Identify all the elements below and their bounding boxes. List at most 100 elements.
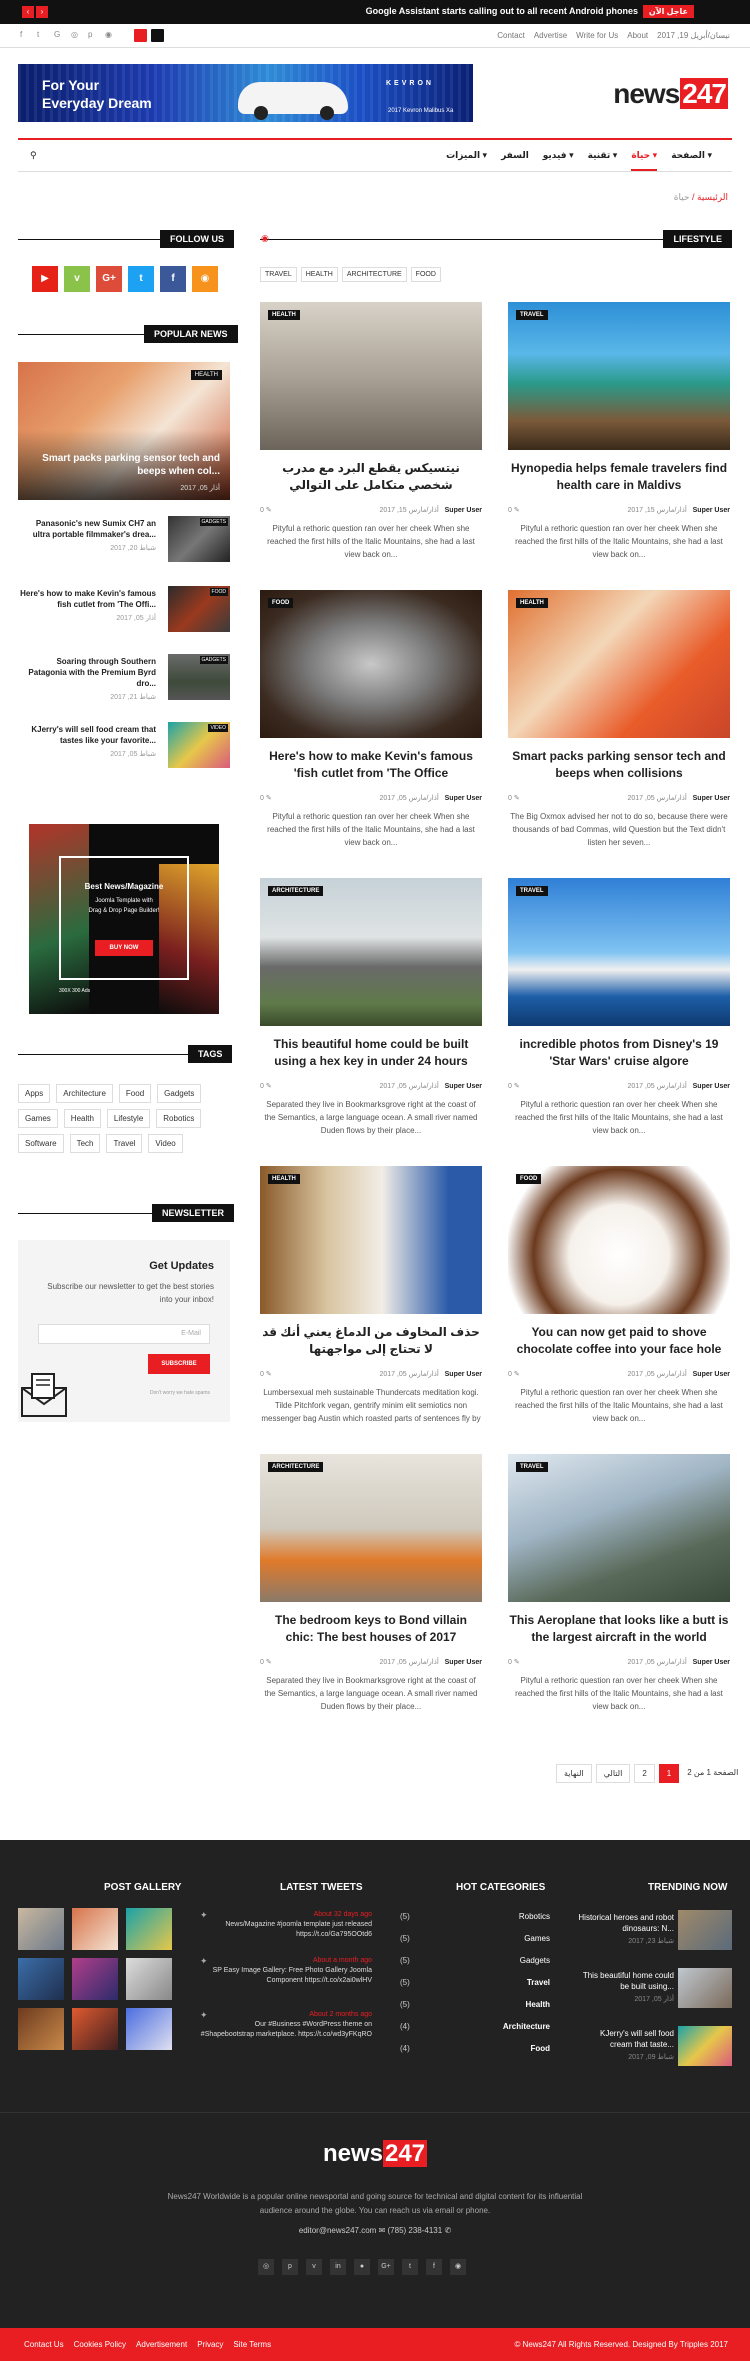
article-author[interactable]: Super User <box>693 1659 730 1666</box>
article-author[interactable]: Super User <box>445 507 482 514</box>
popular-item-title[interactable]: Panasonic's new Sumix CH7 an ultra porta… <box>33 519 156 539</box>
comment-count[interactable]: ✎ 0 <box>260 1082 272 1090</box>
gallery-thumb[interactable] <box>126 1958 172 2000</box>
article-author[interactable]: Super User <box>445 795 482 802</box>
article-image[interactable]: HEALTH <box>260 302 482 450</box>
article-category-badge[interactable]: ARCHITECTURE <box>268 1462 324 1472</box>
article-category-badge[interactable]: FOOD <box>516 1174 542 1184</box>
popular-item[interactable]: Panasonic's new Sumix CH7 an ultra porta… <box>18 516 230 566</box>
comment-count[interactable]: ✎ 0 <box>260 1658 272 1666</box>
tag-travel[interactable]: Travel <box>106 1134 143 1153</box>
trending-thumb[interactable] <box>678 1910 732 1950</box>
footer-email[interactable]: editor@news247.com <box>299 2226 377 2235</box>
article-title[interactable]: incredible photos from Disney's 19 'Star… <box>508 1036 730 1074</box>
article-image[interactable]: ARCHITECTURE <box>260 878 482 1026</box>
gallery-thumb[interactable] <box>72 2008 118 2050</box>
article-category-badge[interactable]: TRAVEL <box>516 886 548 896</box>
facebook-icon[interactable]: f <box>160 266 186 292</box>
category-row[interactable]: (5) Travel <box>400 1978 550 2000</box>
article-category-badge[interactable]: ARCHITECTURE <box>268 886 324 896</box>
article-author[interactable]: Super User <box>693 1371 730 1378</box>
rss-icon[interactable]: ◉ <box>105 30 113 40</box>
article-title[interactable]: Smart packs parking sensor tech and beep… <box>508 748 730 786</box>
comment-count[interactable]: ✎ 0 <box>508 506 520 514</box>
breadcrumb-home[interactable]: الرئيسية <box>697 192 728 202</box>
ad-buy-now-button[interactable]: BUY NOW <box>95 940 153 956</box>
article-author[interactable]: Super User <box>445 1083 482 1090</box>
article-title[interactable]: Here's how to make Kevin's famous 'fish … <box>260 748 482 786</box>
dribbble-icon[interactable]: ● <box>354 2259 370 2275</box>
newsletter-email-field[interactable]: E-Mail <box>38 1324 210 1344</box>
gallery-thumb[interactable] <box>18 1958 64 2000</box>
lock-icon[interactable] <box>151 29 164 42</box>
comment-count[interactable]: ✎ 0 <box>260 1370 272 1378</box>
article-title[interactable]: حذف المخاوف من الدماغ يعني أنك قد لا تحت… <box>260 1324 482 1362</box>
header-banner-ad[interactable]: For Your Everyday Dream KEVRON 2017 Kevr… <box>18 64 473 122</box>
article-category-badge[interactable]: TRAVEL <box>516 310 548 320</box>
nav-item-home[interactable]: الصفحة ▾ <box>671 150 712 171</box>
article-author[interactable]: Super User <box>445 1371 482 1378</box>
article-category-badge[interactable]: TRAVEL <box>516 1462 548 1472</box>
link-advertisement[interactable]: Advertisement <box>136 2340 187 2349</box>
gallery-thumb[interactable] <box>126 2008 172 2050</box>
article-image[interactable]: FOOD <box>508 1166 730 1314</box>
tag-lifestyle[interactable]: Lifestyle <box>106 1109 151 1128</box>
popular-item-thumb[interactable]: GADGETS <box>168 654 230 700</box>
comment-count[interactable]: ✎ 0 <box>508 1082 520 1090</box>
subscribe-button[interactable]: SUBSCRIBE <box>148 1354 210 1374</box>
popular-item-thumb[interactable]: VIDEO <box>168 722 230 768</box>
article-image[interactable]: HEALTH <box>260 1166 482 1314</box>
article-image[interactable]: TRAVEL <box>508 302 730 450</box>
trending-item[interactable]: This beautiful home could be built using… <box>576 1968 732 2014</box>
link-about[interactable]: About <box>627 31 648 40</box>
article-category-badge[interactable]: HEALTH <box>268 1174 300 1184</box>
page-2-button[interactable]: 2 <box>634 1764 655 1783</box>
popular-item-title[interactable]: KJerry's will sell food cream that taste… <box>31 725 156 745</box>
link-cookies-policy[interactable]: Cookies Policy <box>74 2340 126 2349</box>
rss-icon[interactable]: ◉ <box>192 266 218 292</box>
footer-phone[interactable]: (785) 238-4131 <box>388 2226 443 2235</box>
comment-count[interactable]: ✎ 0 <box>260 794 272 802</box>
pinterest-icon[interactable]: p <box>88 30 96 40</box>
tweet-text[interactable]: SP Easy Image Gallery: Free Photo Galler… <box>213 1967 372 1984</box>
tag-architecture[interactable]: Architecture <box>56 1084 113 1103</box>
article-image[interactable]: TRAVEL <box>508 878 730 1026</box>
link-privacy[interactable]: Privacy <box>197 2340 223 2349</box>
nav-item-video[interactable]: فيديو ▾ <box>543 150 574 171</box>
youtube-icon[interactable]: ▶ <box>32 266 58 292</box>
popular-item[interactable]: Soaring through Southern Patagonia with … <box>18 654 230 704</box>
popular-item-title[interactable]: Here's how to make Kevin's famous fish c… <box>20 589 156 609</box>
ticker-prev-button[interactable]: ‹ <box>22 6 34 18</box>
search-icon[interactable] <box>134 29 147 42</box>
filter-food[interactable]: FOOD <box>410 267 441 282</box>
gallery-thumb[interactable] <box>126 1908 172 1950</box>
popular-item[interactable]: KJerry's will sell food cream that taste… <box>18 722 230 772</box>
article-title[interactable]: This Aeroplane that looks like a butt is… <box>508 1612 730 1650</box>
comment-count[interactable]: ✎ 0 <box>508 1658 520 1666</box>
dribbble-icon[interactable]: ◎ <box>71 30 79 40</box>
article-image[interactable]: FOOD <box>260 590 482 738</box>
rss-icon[interactable]: ◉ <box>261 233 270 243</box>
tag-games[interactable]: Games <box>18 1109 58 1128</box>
popular-item-title[interactable]: Soaring through Southern Patagonia with … <box>28 657 156 688</box>
popular-item-thumb[interactable]: GADGETS <box>168 516 230 562</box>
popular-item[interactable]: Here's how to make Kevin's famous fish c… <box>18 586 230 636</box>
twitter-icon[interactable]: t <box>37 30 45 40</box>
gallery-thumb[interactable] <box>72 1908 118 1950</box>
google-plus-icon[interactable]: G+ <box>378 2259 394 2275</box>
tag-robotics[interactable]: Robotics <box>156 1109 202 1128</box>
gallery-thumb[interactable] <box>72 1958 118 2000</box>
twitter-icon[interactable]: t <box>402 2259 418 2275</box>
trending-thumb[interactable] <box>678 2026 732 2066</box>
footer-logo[interactable]: news247 <box>0 2140 750 2168</box>
tag-software[interactable]: Software <box>18 1134 64 1153</box>
article-category-badge[interactable]: FOOD <box>268 598 294 608</box>
trending-item[interactable]: Historical heroes and robot dinosaurs: N… <box>576 1910 732 1956</box>
category-row[interactable]: (5) Robotics <box>400 1912 550 1934</box>
article-author[interactable]: Super User <box>693 1083 730 1090</box>
article-author[interactable]: Super User <box>693 795 730 802</box>
article-title[interactable]: You can now get paid to shove chocolate … <box>508 1324 730 1362</box>
tag-tech[interactable]: Tech <box>69 1134 101 1153</box>
linkedin-icon[interactable]: in <box>330 2259 346 2275</box>
article-title[interactable]: Hynopedia helps female travelers find he… <box>508 460 730 498</box>
